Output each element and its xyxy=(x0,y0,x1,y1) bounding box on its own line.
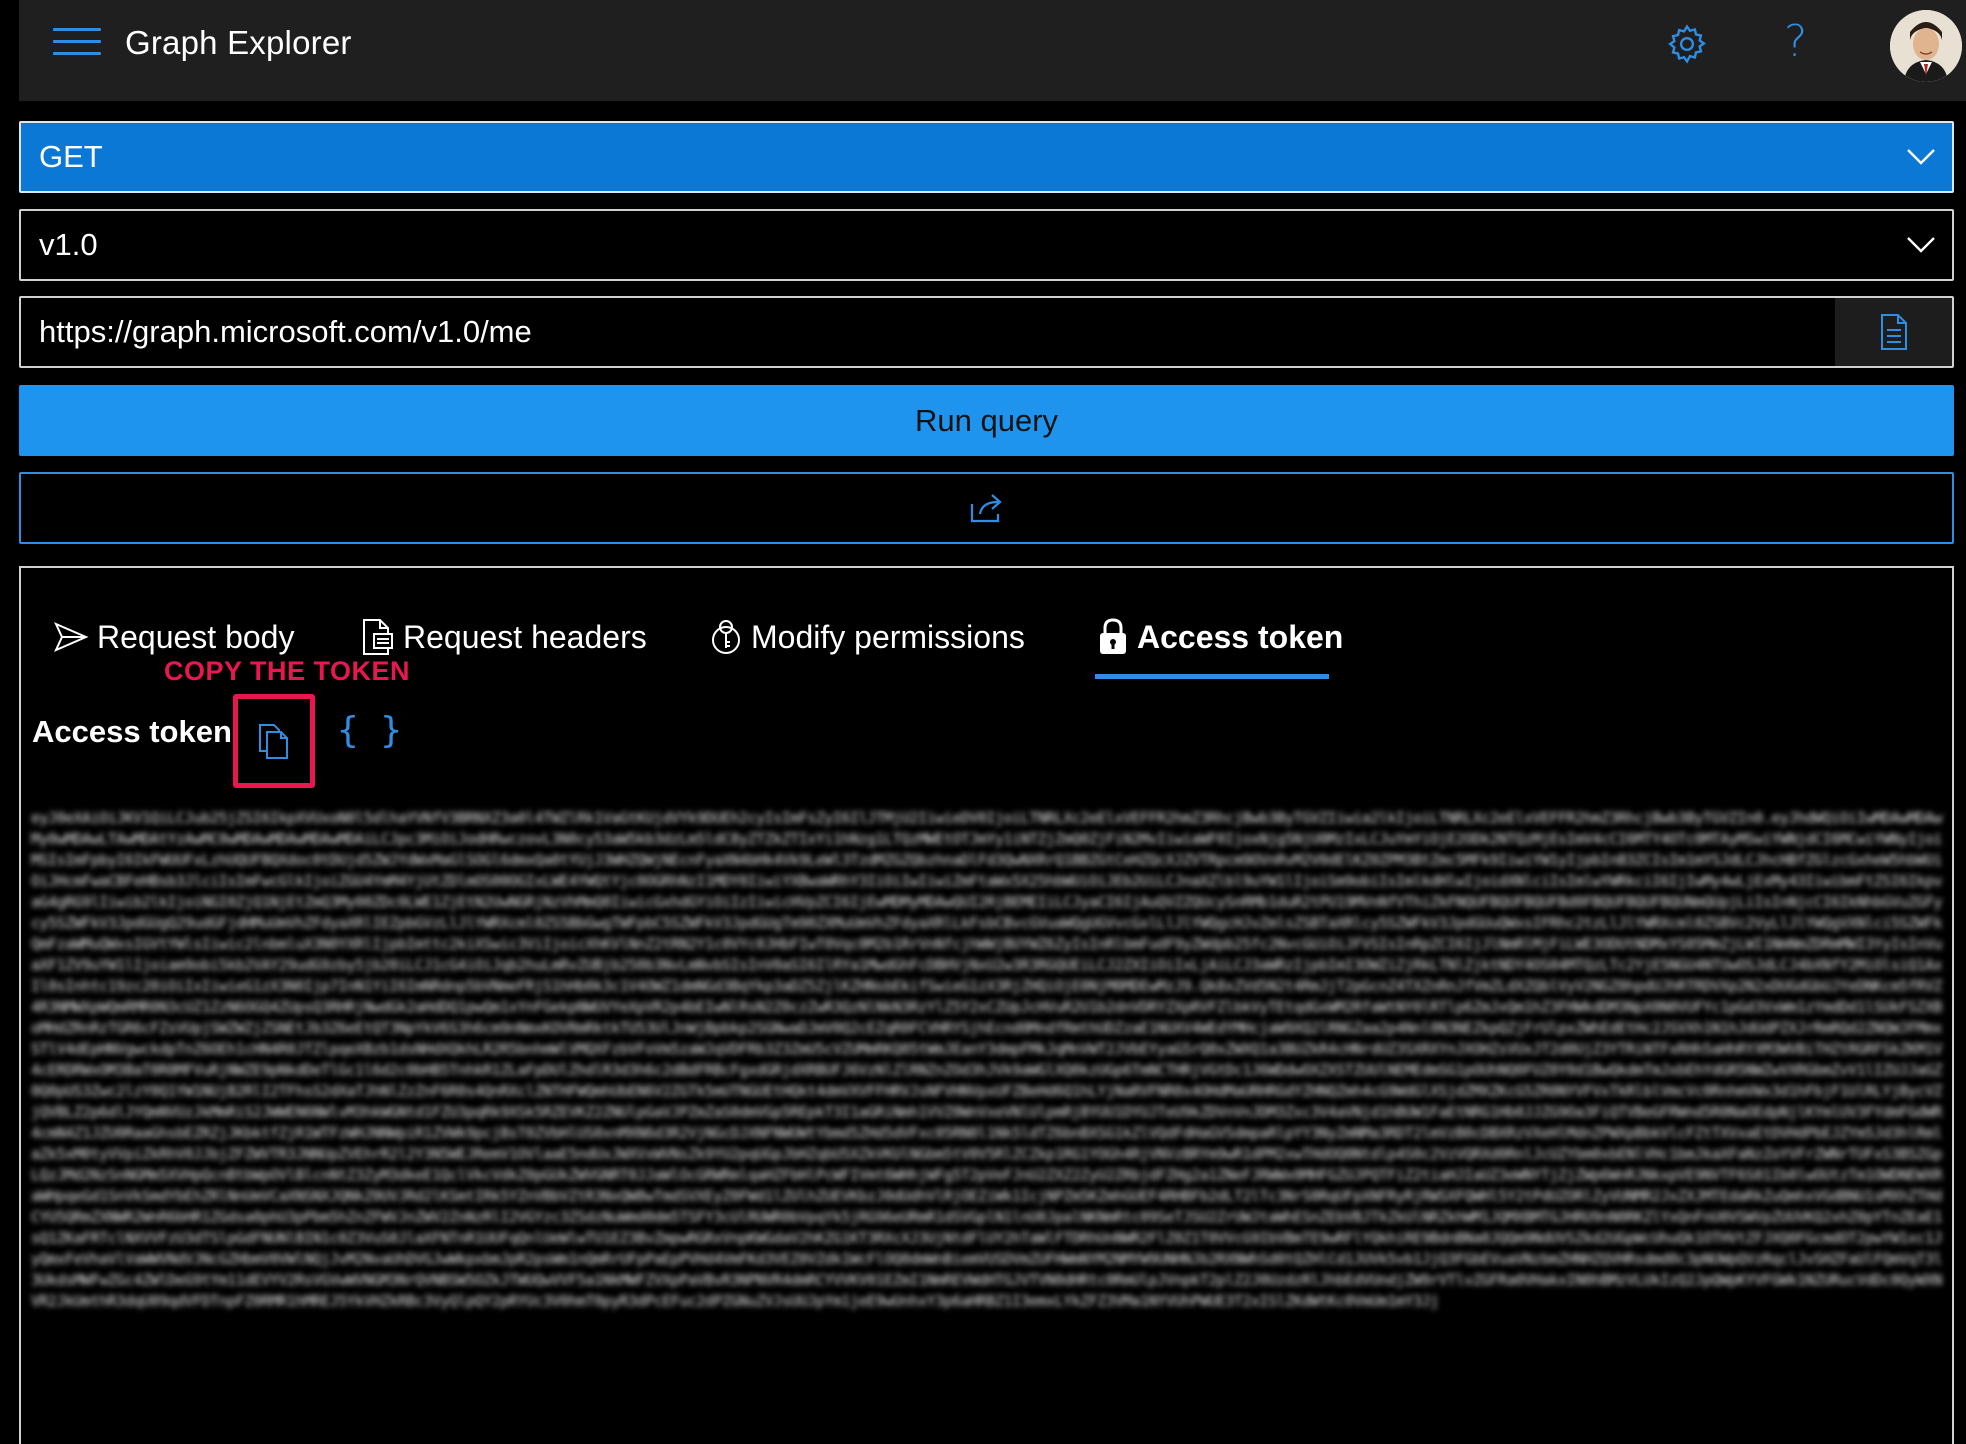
access-token-heading: Access token xyxy=(32,714,232,749)
tab-access-token[interactable]: Access token xyxy=(1097,608,1343,666)
share-query-button[interactable] xyxy=(19,472,1954,544)
api-version-select[interactable]: v1.0 xyxy=(19,209,1954,281)
share-icon xyxy=(970,494,1002,523)
tab-modify-permissions[interactable]: Modify permissions xyxy=(709,608,1025,666)
top-bar: Graph Explorer ? xyxy=(19,0,1966,101)
hamburger-menu-icon[interactable] xyxy=(53,28,101,64)
lock-icon xyxy=(1100,618,1126,654)
chevron-down-icon xyxy=(1907,149,1935,165)
tab-label: Modify permissions xyxy=(751,618,1025,655)
api-version-value: v1.0 xyxy=(39,227,98,262)
access-token-text: eyJ0eXAiOiJKV1QiLCJub25jZSI6IkpXVUxoN0l5… xyxy=(31,809,1942,1310)
request-panel: Request body Request headers Modify perm… xyxy=(19,566,1954,1444)
user-avatar[interactable] xyxy=(1890,10,1962,82)
copy-icon xyxy=(259,724,288,759)
app-title: Graph Explorer xyxy=(125,24,352,61)
http-method-select[interactable]: GET xyxy=(19,121,1954,193)
chevron-down-icon xyxy=(1907,237,1935,253)
decoded-token-button[interactable]: { } xyxy=(337,710,402,751)
http-method-value: GET xyxy=(39,139,103,174)
query-url-value[interactable]: https://graph.microsoft.com/v1.0/me xyxy=(39,314,532,350)
help-icon[interactable]: ? xyxy=(1784,16,1807,67)
selected-tab-indicator xyxy=(1095,674,1329,679)
tab-label: Request body xyxy=(97,618,295,655)
gear-icon[interactable] xyxy=(1665,22,1709,66)
document-icon xyxy=(363,619,393,655)
permission-icon xyxy=(712,620,740,654)
graph-explorer-page: Graph Explorer ? GET v1.0 https://graph.… xyxy=(0,0,1966,1444)
copy-token-button[interactable] xyxy=(233,694,315,788)
tab-label: Access token xyxy=(1137,618,1344,655)
tab-label: Request headers xyxy=(403,618,647,655)
query-url-input[interactable]: https://graph.microsoft.com/v1.0/me xyxy=(19,296,1954,368)
send-icon xyxy=(53,622,89,652)
run-query-button[interactable]: Run query xyxy=(19,385,1954,456)
annotation-label: COPY THE TOKEN xyxy=(164,656,411,686)
access-token-value[interactable]: eyJ0eXAiOiJKV1QiLCJub25jZSI6IkpXVUxoN0l5… xyxy=(31,808,1943,1398)
documentation-button[interactable] xyxy=(1835,298,1952,366)
document-icon xyxy=(1880,314,1907,350)
